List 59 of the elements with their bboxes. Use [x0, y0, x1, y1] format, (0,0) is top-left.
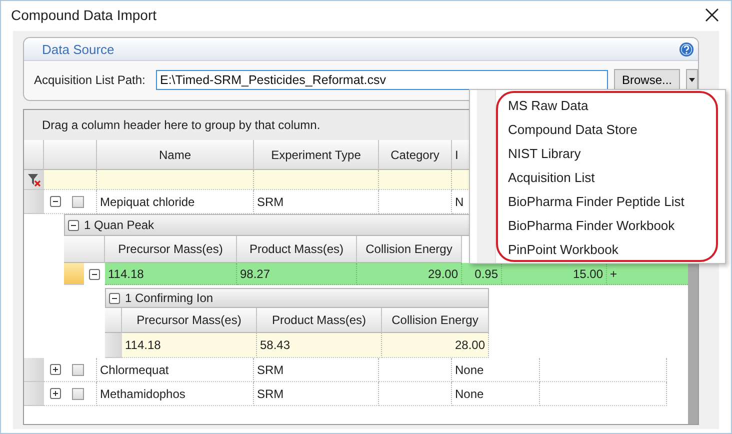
column-header[interactable]: Precursor Mass(es) [122, 308, 257, 333]
menu-item[interactable]: NIST Library [508, 143, 581, 164]
expand-toggle[interactable] [50, 364, 61, 375]
column-header [64, 236, 105, 263]
menu-item[interactable]: MS Raw Data [508, 95, 588, 116]
table-cell: 98.27 [237, 263, 357, 285]
checkbox[interactable] [72, 364, 84, 376]
checkbox[interactable] [72, 196, 84, 208]
column-header[interactable]: Category [379, 140, 452, 170]
collapse-toggle[interactable] [68, 220, 79, 230]
filter-cell[interactable] [254, 170, 379, 190]
table-cell: 15.00 [502, 263, 607, 285]
menu-item[interactable]: Compound Data Store [508, 119, 638, 140]
close-icon[interactable] [705, 8, 719, 22]
column-header[interactable]: Product Mass(es) [237, 236, 357, 263]
column-header[interactable]: Name [97, 140, 254, 170]
table-row[interactable]: 114.18 98.27 29.00 0.95 15.00 + [64, 263, 688, 285]
table-cell: 28.00 [382, 333, 489, 358]
column-header[interactable]: Precursor Mass(es) [105, 236, 237, 263]
table-cell: None [452, 358, 540, 382]
table-cell: None [452, 382, 540, 406]
column-header[interactable]: Product Mass(es) [257, 308, 382, 333]
menu-item[interactable]: BioPharma Finder Workbook [508, 216, 675, 236]
caret-icon [689, 78, 695, 82]
collapse-toggle[interactable] [89, 268, 100, 280]
menu-item[interactable]: PinPoint Workbook [508, 240, 618, 260]
dropdown-button[interactable] [686, 69, 698, 91]
table-cell: + [607, 263, 688, 285]
band-title: 1 Quan Peak [84, 218, 154, 232]
filter-cell[interactable] [44, 170, 97, 190]
collapse-toggle[interactable] [50, 196, 61, 207]
path-label: Acquisition List Path: [34, 73, 146, 87]
table-cell: Chlormequat [97, 358, 254, 382]
table-cell: SRM [254, 358, 379, 382]
menu-item[interactable]: Acquisition List [508, 167, 595, 188]
path-field[interactable]: E:\Timed-SRM_Pesticides_Reformat.csv [156, 70, 608, 90]
table-cell: 29.00 [357, 263, 462, 285]
table-cell: 0.95 [462, 263, 502, 285]
column-header[interactable]: Collision Energy [382, 308, 489, 333]
panel-title: Data Source [42, 42, 114, 56]
window-title: Compound Data Import [11, 7, 157, 23]
table-cell: SRM [254, 382, 379, 406]
band-title: 1 Confirming Ion [125, 291, 214, 305]
filter-cell[interactable] [97, 170, 254, 190]
table-cell: Methamidophos [97, 382, 254, 406]
filter-cell[interactable] [379, 170, 452, 190]
collapse-toggle[interactable] [109, 292, 120, 304]
help-icon[interactable] [679, 42, 694, 56]
expand-toggle[interactable] [50, 388, 61, 399]
column-header[interactable]: Experiment Type [254, 140, 379, 170]
table-cell: 58.43 [257, 333, 382, 358]
column-header [105, 308, 122, 333]
browse-button[interactable]: Browse... [614, 69, 680, 91]
checkbox[interactable] [72, 388, 84, 400]
clear-filter-icon[interactable] [27, 172, 41, 186]
group-hint: Drag a column header here to group by that column. [42, 118, 320, 132]
table-cell: 114.18 [105, 263, 237, 285]
table-cell: 114.18 [122, 333, 257, 358]
column-header[interactable]: Collision Energy [357, 236, 462, 263]
